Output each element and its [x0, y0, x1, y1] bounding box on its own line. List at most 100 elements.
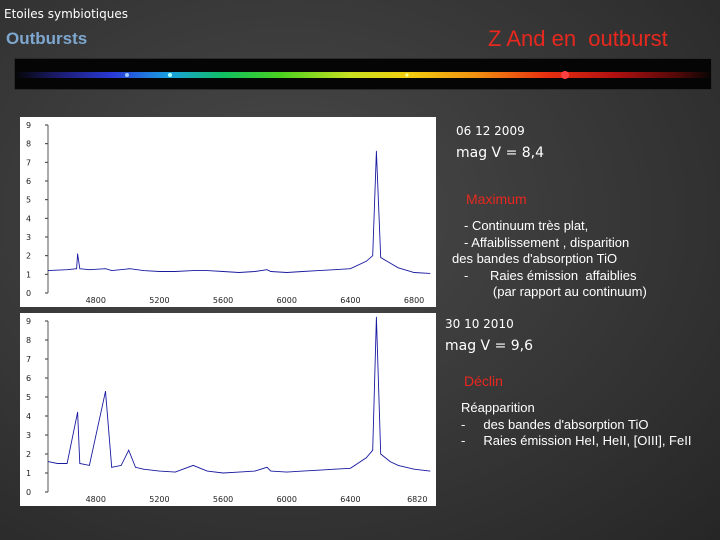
spectrum-data-point: [47, 270, 49, 271]
spectrum-data-point: [143, 468, 144, 470]
spectrum-data-point: [66, 463, 68, 464]
observation-notes: - Continuum très plat, - Affaiblissement…: [452, 218, 647, 301]
spectrum-data-point: [128, 449, 130, 451]
x-tick-label: 5600: [213, 495, 233, 504]
spectrum-data-point: [334, 468, 335, 470]
spectrum-series-line: [47, 151, 431, 274]
spectrum-data-point: [79, 463, 81, 464]
spectrum-data-point: [302, 271, 304, 272]
observation-phase: Déclin: [464, 373, 503, 389]
y-tick-label: 1: [26, 270, 31, 279]
spectrum-data-point: [238, 471, 240, 473]
note-line: - des bandes d'absorption TiO: [461, 416, 649, 432]
spectrum-data-point: [380, 453, 382, 455]
spectrum-data-point: [350, 268, 351, 270]
spectrum-data-point: [192, 270, 194, 271]
spectrum-data-point: [159, 470, 160, 472]
y-tick-label: 8: [26, 336, 31, 345]
y-tick-label: 1: [26, 469, 31, 478]
spectrum-data-point: [79, 268, 81, 270]
spectrum-data-point: [111, 466, 113, 468]
spectrum-data-point: [88, 465, 90, 466]
spectrum-data-point: [105, 390, 106, 392]
spectrum-plot-2009: 9 8 7 6 5 4 3 2 1 0 4800 5200 5600 6000 6400 6800: [20, 117, 436, 307]
spectrum-plot-2010: 9 8 7 6 5 4 3 2 1 0 4800 5200 5600 6000 6400 6820: [20, 313, 436, 506]
spectrum-data-point: [372, 449, 374, 451]
spectrum-data-point: [270, 271, 272, 272]
note-line: - Raies émission HeI, HeII, [OIII], FeII: [461, 433, 692, 448]
spectrum-data-point: [238, 272, 240, 273]
x-tick-label: 6800: [404, 296, 424, 305]
spectrum-data-point: [192, 465, 194, 466]
spectrum-data-point: [120, 465, 122, 466]
spectrum-data-point: [318, 270, 319, 271]
spectrum-data-point: [397, 465, 399, 466]
slide-title: Z And en outburst: [488, 26, 668, 51]
spectrum-data-point: [413, 468, 415, 470]
spectrum-data-point: [159, 271, 160, 272]
x-tick-label: 5200: [149, 296, 169, 305]
spectrum-data-point: [135, 466, 136, 468]
note-line: - Continuum très plat,: [464, 218, 589, 233]
note-line: des bandes d'absorption TiO: [452, 251, 618, 266]
spectrum-data-point: [302, 470, 304, 472]
observation-magnitude: mag V = 9,6: [445, 338, 534, 354]
y-tick-label: 7: [26, 158, 31, 167]
x-tick-label: 6000: [277, 495, 297, 504]
spectrum-data-point: [389, 262, 391, 264]
x-tick-label: 4800: [86, 495, 106, 504]
x-tick-label: 6820: [407, 495, 427, 504]
y-tick-label: 7: [26, 355, 31, 364]
observation-magnitude: mag V = 8,4: [456, 145, 545, 161]
note-line: - Affaiblissement , disparition: [464, 234, 630, 250]
y-tick-label: 4: [26, 412, 31, 421]
y-tick-label: 2: [26, 450, 31, 459]
y-tick-label: 5: [26, 393, 31, 402]
spectrum-data-point: [372, 255, 374, 257]
spectrum-data-point: [111, 270, 113, 271]
spectrum-data-point: [318, 469, 319, 471]
observation-date: 06 12 2009: [456, 124, 525, 138]
y-tick-label: 0: [26, 488, 31, 497]
x-tick-label: 6400: [340, 296, 360, 305]
spectrum-data-point: [380, 257, 382, 258]
y-tick-label: 3: [26, 233, 31, 242]
y-tick-label: 6: [26, 177, 31, 186]
y-tick-label: 2: [26, 252, 31, 261]
y-tick-label: 0: [26, 289, 31, 298]
x-tick-label: 4800: [86, 296, 106, 305]
spectrum-data-point: [365, 457, 367, 459]
spectrum-data-point: [206, 270, 208, 271]
y-tick-label: 9: [26, 317, 31, 326]
spectrum-data-point: [286, 471, 288, 473]
y-tick-label: 6: [26, 374, 31, 383]
spectrum-chart-2010: 9 8 7 6 5 4 3 2 1 0 4800 5200 5600 6000 6400 6820: [26, 316, 431, 504]
spectrum-data-point: [286, 272, 288, 273]
spectrum-strip-image: [14, 58, 712, 90]
spectrum-data-point: [350, 467, 351, 469]
note-line: - Raies émission affaiblies: [464, 267, 637, 283]
spectrum-data-point: [266, 269, 268, 271]
spectrum-data-point: [429, 470, 431, 472]
x-tick-label: 5600: [213, 296, 233, 305]
note-line: Réapparition: [461, 400, 535, 415]
spectrum-data-point: [76, 268, 78, 270]
y-tick-label: 4: [26, 214, 31, 223]
spectrum-data-point: [254, 271, 256, 272]
spectrum-data-point: [270, 470, 272, 472]
spectrum-data-point: [254, 470, 256, 472]
x-tick-label: 5200: [149, 495, 169, 504]
spectrum-data-point: [174, 271, 176, 272]
spectrum-data-point: [365, 260, 367, 262]
spectrum-data-point: [429, 273, 431, 274]
spectrum-chart-2009: 9 8 7 6 5 4 3 2 1 0 4800 5200 5600 6000 6400 6800: [26, 121, 431, 305]
observation-notes: Réapparition - des bandes d'absorption T…: [461, 400, 691, 450]
topic-label: Etoiles symbiotiques: [4, 7, 128, 21]
x-tick-label: 6400: [340, 495, 360, 504]
spectrum-data-point: [57, 463, 58, 464]
section-title: Outbursts: [6, 29, 88, 48]
spectrum-data-point: [222, 271, 224, 272]
spectrum-data-point: [77, 253, 79, 255]
observation-date: 30 10 2010: [445, 317, 514, 331]
spectrum-data-point: [397, 267, 399, 269]
